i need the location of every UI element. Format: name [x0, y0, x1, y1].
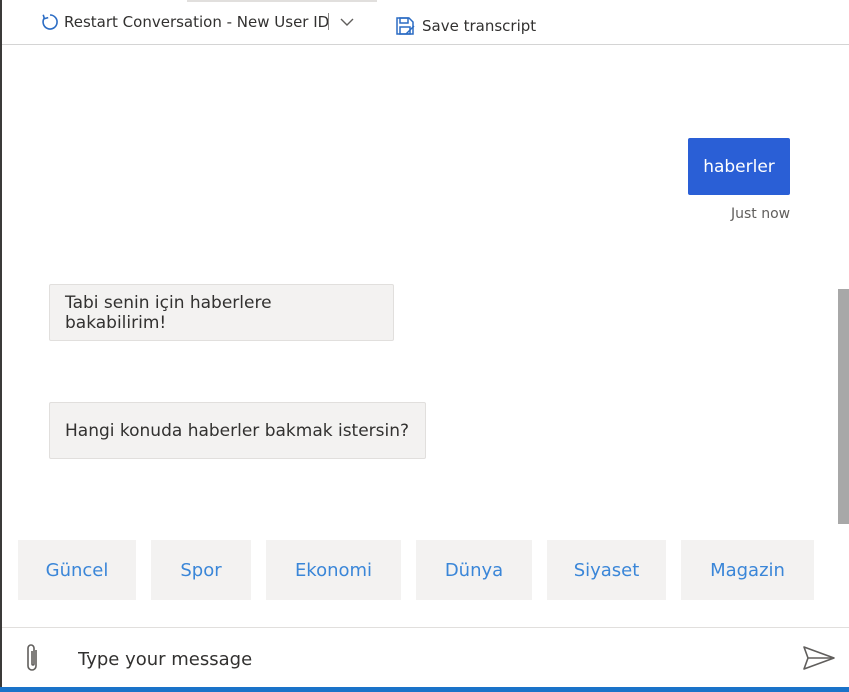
bot-message-text: Tabi senin için haberlere bakabilirim!	[65, 292, 272, 333]
message-timestamp: Just now	[731, 206, 791, 222]
toolbar: Restart Conversation - New User ID Save …	[2, 0, 849, 45]
chevron-down-icon[interactable]	[339, 14, 355, 30]
suggested-action-ekonomi[interactable]: Ekonomi	[266, 540, 401, 600]
restart-conversation-label: Restart Conversation - New User ID	[64, 13, 330, 31]
suggested-action-dunya[interactable]: Dünya	[416, 540, 532, 600]
save-transcript-label: Save transcript	[422, 17, 537, 35]
bottom-accent-bar	[0, 687, 849, 692]
chat-transcript[interactable]: haberler Just now Tabi senin için haberl…	[2, 45, 849, 627]
save-icon	[396, 17, 415, 35]
paperclip-icon[interactable]	[20, 642, 46, 674]
user-message-bubble: haberler	[688, 138, 790, 195]
webchat-window: Restart Conversation - New User ID Save …	[0, 0, 849, 692]
suggested-action-siyaset[interactable]: Siyaset	[547, 540, 666, 600]
suggested-action-magazin[interactable]: Magazin	[681, 540, 814, 600]
refresh-icon	[42, 14, 58, 30]
send-icon[interactable]	[802, 645, 836, 671]
bot-message-bubble: Hangi konuda haberler bakmak istersin?	[49, 402, 426, 459]
suggested-action-guncel[interactable]: Güncel	[18, 540, 136, 600]
user-message-text: haberler	[703, 156, 775, 177]
bot-message-bubble: Tabi senin için haberlere bakabilirim!	[49, 284, 394, 341]
suggested-action-spor[interactable]: Spor	[151, 540, 251, 600]
tab-indicator	[187, 0, 377, 2]
transcript-scrollbar[interactable]	[838, 289, 849, 524]
bot-message-text: Hangi konuda haberler bakmak istersin?	[65, 420, 410, 441]
message-input[interactable]	[76, 640, 780, 678]
save-transcript-button[interactable]: Save transcript	[394, 13, 536, 39]
restart-conversation-button[interactable]: Restart Conversation - New User ID	[40, 10, 329, 34]
send-box	[2, 627, 849, 688]
toolbar-separator	[328, 13, 329, 30]
